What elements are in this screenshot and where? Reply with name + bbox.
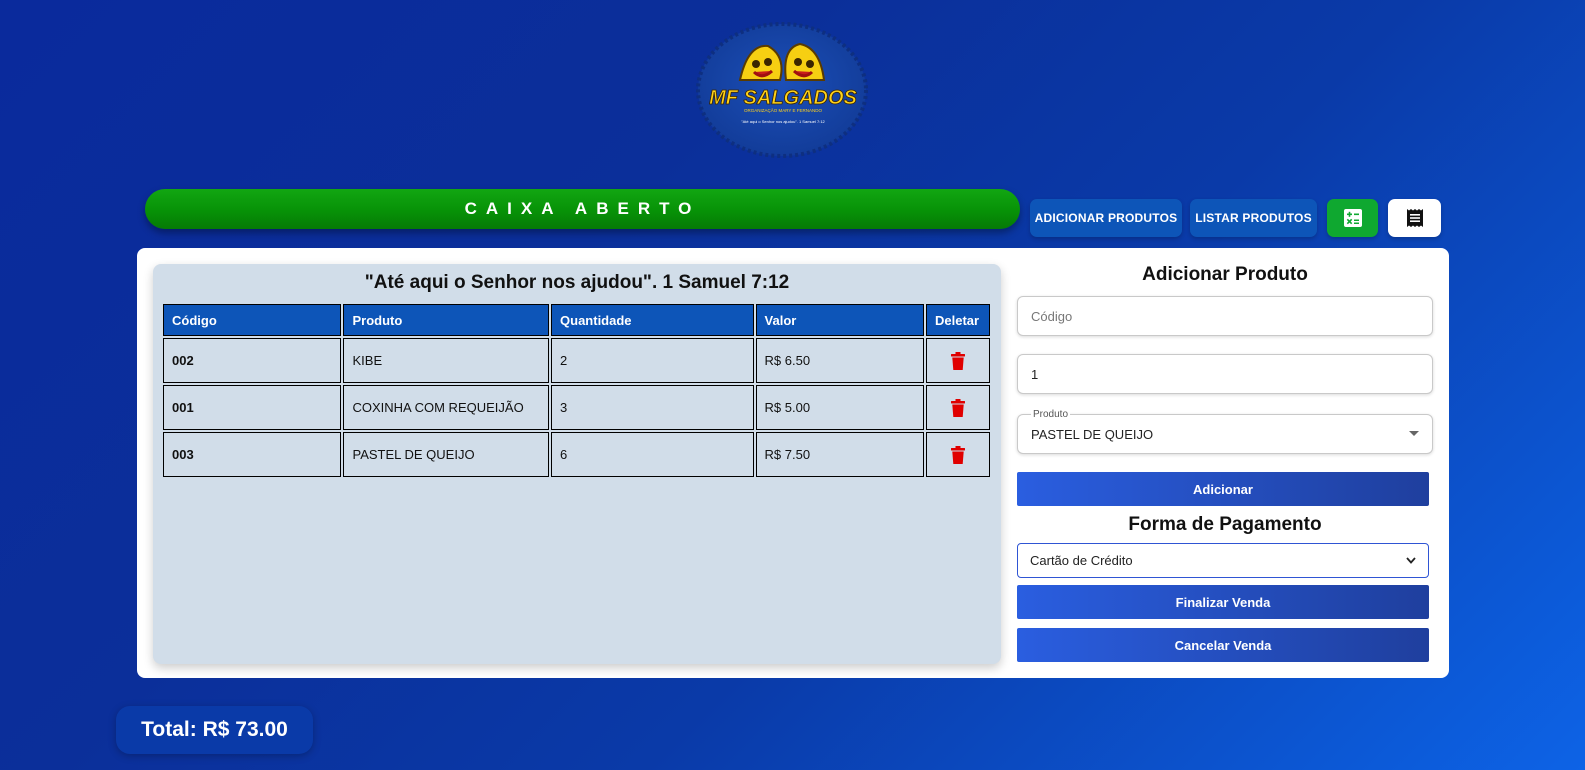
- quantity-input[interactable]: 1: [1017, 354, 1433, 394]
- cell-delete: [926, 385, 990, 430]
- code-input[interactable]: Código: [1017, 296, 1433, 336]
- receipt-button[interactable]: [1388, 199, 1441, 237]
- cancel-sale-label: Cancelar Venda: [1174, 637, 1272, 653]
- calculator-button[interactable]: [1327, 199, 1378, 237]
- cell-value: R$ 7.50: [755, 432, 924, 477]
- svg-text:"Até aqui o Senhor nos ajudou": "Até aqui o Senhor nos ajudou". 1 Samuel…: [741, 119, 825, 124]
- cell-quantity: 6: [551, 432, 754, 477]
- status-bar: CAIXA ABERTO: [145, 189, 1020, 229]
- cell-quantity: 2: [551, 338, 754, 383]
- product-select-legend: Produto: [1031, 409, 1071, 420]
- add-products-label: ADICIONAR PRODUTOS: [1034, 211, 1178, 225]
- chevron-down-icon: [1406, 557, 1416, 564]
- column-header-delete: Deletar: [926, 304, 990, 336]
- column-header-product: Produto: [343, 304, 550, 336]
- payment-method-value: Cartão de Crédito: [1030, 553, 1133, 568]
- svg-text:MF SALGADOS: MF SALGADOS: [709, 87, 857, 109]
- add-button-label: Adicionar: [1193, 481, 1253, 497]
- cell-delete: [926, 338, 990, 383]
- calculator-icon: [1343, 209, 1362, 227]
- receipt-icon: [1406, 209, 1423, 227]
- finish-sale-label: Finalizar Venda: [1175, 594, 1271, 610]
- payment-method-select[interactable]: Cartão de Crédito: [1017, 543, 1429, 578]
- cell-code: 001: [163, 385, 342, 430]
- mf-salgados-logo: MF SALGADOS ORGANIZAÇÃO MARY E FERNANDO …: [696, 22, 868, 158]
- cart-panel: "Até aqui o Senhor nos ajudou". 1 Samuel…: [153, 264, 1001, 664]
- cell-code: 002: [163, 338, 342, 383]
- table-row: 001 COXINHA COM REQUEIJÃO 3 R$ 5.00: [163, 385, 990, 430]
- cell-code: 003: [163, 432, 342, 477]
- cell-product: KIBE: [343, 338, 550, 383]
- trash-icon[interactable]: [951, 398, 965, 417]
- dropdown-arrow-icon: [1409, 431, 1419, 436]
- product-select[interactable]: PASTEL DE QUEIJO: [1017, 414, 1433, 454]
- column-header-code: Código: [163, 304, 342, 336]
- cell-value: R$ 5.00: [755, 385, 924, 430]
- column-header-quantity: Quantidade: [551, 304, 754, 336]
- cell-delete: [926, 432, 990, 477]
- total-label: Total: R$ 73.00: [141, 718, 288, 741]
- column-header-value: Valor: [755, 304, 924, 336]
- finish-sale-button[interactable]: Finalizar Venda: [1017, 585, 1429, 619]
- list-products-button[interactable]: LISTAR PRODUTOS: [1190, 199, 1317, 237]
- table-header-row: Código Produto Quantidade Valor Deletar: [163, 304, 990, 336]
- add-button[interactable]: Adicionar: [1017, 472, 1429, 506]
- cell-quantity: 3: [551, 385, 754, 430]
- total-badge: Total: R$ 73.00: [116, 706, 313, 754]
- cell-product: PASTEL DE QUEIJO: [343, 432, 550, 477]
- table-row: 002 KIBE 2 R$ 6.50: [163, 338, 990, 383]
- payment-title: Forma de Pagamento: [1128, 514, 1322, 535]
- trash-icon[interactable]: [951, 351, 965, 370]
- status-label: CAIXA ABERTO: [464, 199, 701, 218]
- svg-text:ORGANIZAÇÃO MARY E FERNANDO: ORGANIZAÇÃO MARY E FERNANDO: [744, 107, 823, 113]
- list-products-label: LISTAR PRODUTOS: [1195, 211, 1312, 225]
- cart-table: Código Produto Quantidade Valor Deletar …: [161, 302, 992, 479]
- add-product-title: Adicionar Produto: [1142, 264, 1308, 285]
- cancel-sale-button[interactable]: Cancelar Venda: [1017, 628, 1429, 662]
- add-products-button[interactable]: ADICIONAR PRODUTOS: [1030, 199, 1182, 237]
- cell-product: COXINHA COM REQUEIJÃO: [343, 385, 550, 430]
- table-row: 003 PASTEL DE QUEIJO 6 R$ 7.50: [163, 432, 990, 477]
- trash-icon[interactable]: [951, 445, 965, 464]
- cell-value: R$ 6.50: [755, 338, 924, 383]
- cart-verse: "Até aqui o Senhor nos ajudou". 1 Samuel…: [364, 272, 790, 293]
- product-select-value: PASTEL DE QUEIJO: [1031, 426, 1154, 442]
